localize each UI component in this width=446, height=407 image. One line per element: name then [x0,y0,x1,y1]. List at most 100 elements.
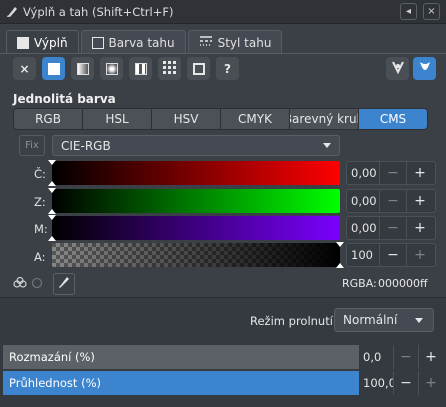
close-button[interactable]: × [423,3,440,20]
pattern-button[interactable] [129,57,152,80]
opacity-value[interactable]: 100,0 [359,371,396,395]
slider-marker-bottom [48,209,56,214]
color-profile-select[interactable]: CIE-RGB [52,135,340,156]
tab-fill-label: Výplň [34,35,68,50]
green-decrement-button[interactable]: − [379,190,406,212]
color-managed-tools [13,273,75,295]
alpha-increment-button[interactable]: + [406,244,433,266]
slider-marker-top [48,188,56,193]
green-slider[interactable] [48,188,340,214]
tab-bar: Výplň Barva tahu Styl tahu [6,30,284,54]
blend-mode-label: Režim prolnutí: [250,314,337,328]
swatch-grid-icon [163,60,176,77]
blur-slider[interactable]: Rozmazání (%) 0,0 − + [3,345,443,369]
red-spinbox: 0,00 − + [346,161,436,185]
mode-color-wheel-button[interactable]: Barevný kruh [289,108,359,130]
tab-stroke-style[interactable]: Styl tahu [187,30,283,54]
rgba-value-field[interactable]: 000000ff [378,277,428,290]
window-titlebar: Výplň a tah (Shift+Ctrl+F) ◂ × [0,0,446,24]
slider-marker-bottom [48,236,56,241]
unknown-paint-button[interactable]: ? [216,57,239,80]
unset-square-icon [192,62,205,75]
alpha-value[interactable]: 100 [347,248,379,262]
mode-rgb-button[interactable]: RGB [13,108,83,130]
alpha-slider[interactable] [52,242,344,268]
unset-paint-button[interactable] [187,57,210,80]
green-value[interactable]: 0,00 [347,194,379,208]
evenodd-icon [391,60,405,77]
blue-decrement-button[interactable]: − [379,217,406,239]
blur-label: Rozmazání (%) [9,350,95,364]
red-slider[interactable] [48,160,340,186]
tab-stroke-paint-label: Barva tahu [108,35,175,50]
alpha-decrement-button[interactable]: − [379,244,406,266]
out-of-gamut-icon [31,277,43,292]
swatch-button[interactable] [158,57,181,80]
pattern-icon [134,62,147,75]
slider-label-red: Č: [34,167,46,181]
window-title: Výplň a tah (Shift+Ctrl+F) [23,4,174,19]
slider-marker-bottom [336,263,344,268]
red-value[interactable]: 0,00 [347,166,379,180]
fill-square-icon [17,36,29,49]
paint-type-toolbar: × ? [13,57,239,80]
slider-marker-top [48,160,56,165]
radial-gradient-button[interactable] [100,57,123,80]
rgba-label: RGBA: [342,277,377,290]
blur-decrement-button[interactable]: − [393,345,418,369]
tab-stroke-style-label: Styl tahu [217,35,272,50]
radial-gradient-icon [105,62,118,75]
no-paint-button[interactable]: × [13,57,36,80]
blend-mode-value: Normální [343,313,398,327]
fill-stroke-icon [5,5,19,19]
opacity-slider[interactable]: Průhlednost (%) 100,0 − + [3,371,443,395]
alpha-spinbox: 100 − + [346,243,436,267]
tab-stroke-paint[interactable]: Barva tahu [80,30,186,54]
blue-slider[interactable] [48,215,340,241]
mode-cmyk-button[interactable]: CMYK [220,108,290,130]
chevron-down-icon [415,318,423,323]
blue-increment-button[interactable]: + [406,217,433,239]
slider-label-alpha: A: [34,250,46,264]
slider-marker-top [336,242,344,247]
blur-value[interactable]: 0,0 [359,345,393,369]
opacity-increment-button[interactable]: + [418,371,443,395]
color-picker-button[interactable] [53,273,75,295]
mode-cms-button[interactable]: CMS [358,108,428,130]
color-profile-value: CIE-RGB [61,138,111,153]
fill-rule-group [386,57,436,80]
mode-hsl-button[interactable]: HSL [82,108,152,130]
fix-button[interactable]: Fix [19,135,45,156]
eyedropper-icon [58,276,70,293]
nonzero-icon [418,60,432,77]
flat-color-icon [47,62,60,75]
tab-fill[interactable]: Výplň [6,30,79,54]
tab-divider [0,53,446,54]
blur-increment-button[interactable]: + [418,345,443,369]
linear-gradient-icon [76,62,89,75]
blue-spinbox: 0,00 − + [346,216,436,240]
flat-color-heading: Jednolitá barva [13,92,116,106]
red-increment-button[interactable]: + [406,162,433,184]
color-mode-selector: RGB HSL HSV CMYK Barevný kruh CMS [13,108,428,130]
dock-button[interactable]: ◂ [400,3,417,20]
blend-mode-select[interactable]: Normální [334,308,434,332]
green-increment-button[interactable]: + [406,190,433,212]
stroke-style-icon [199,35,213,50]
fill-rule-evenodd-button[interactable] [386,57,409,80]
color-managed-icon [13,276,27,292]
blue-value[interactable]: 0,00 [347,221,379,235]
slider-marker-bottom [48,181,56,186]
linear-gradient-button[interactable] [71,57,94,80]
slider-label-green: Z: [34,195,46,209]
alpha-gradient [52,243,340,267]
slider-label-blue: M: [34,222,48,236]
fill-rule-nonzero-button[interactable] [413,57,436,80]
red-decrement-button[interactable]: − [379,162,406,184]
stroke-square-icon [91,36,104,49]
green-spinbox: 0,00 − + [346,189,436,213]
opacity-decrement-button[interactable]: − [393,371,418,395]
mode-hsv-button[interactable]: HSV [151,108,221,130]
opacity-label: Průhlednost (%) [9,376,101,390]
flat-color-button[interactable] [42,57,65,80]
